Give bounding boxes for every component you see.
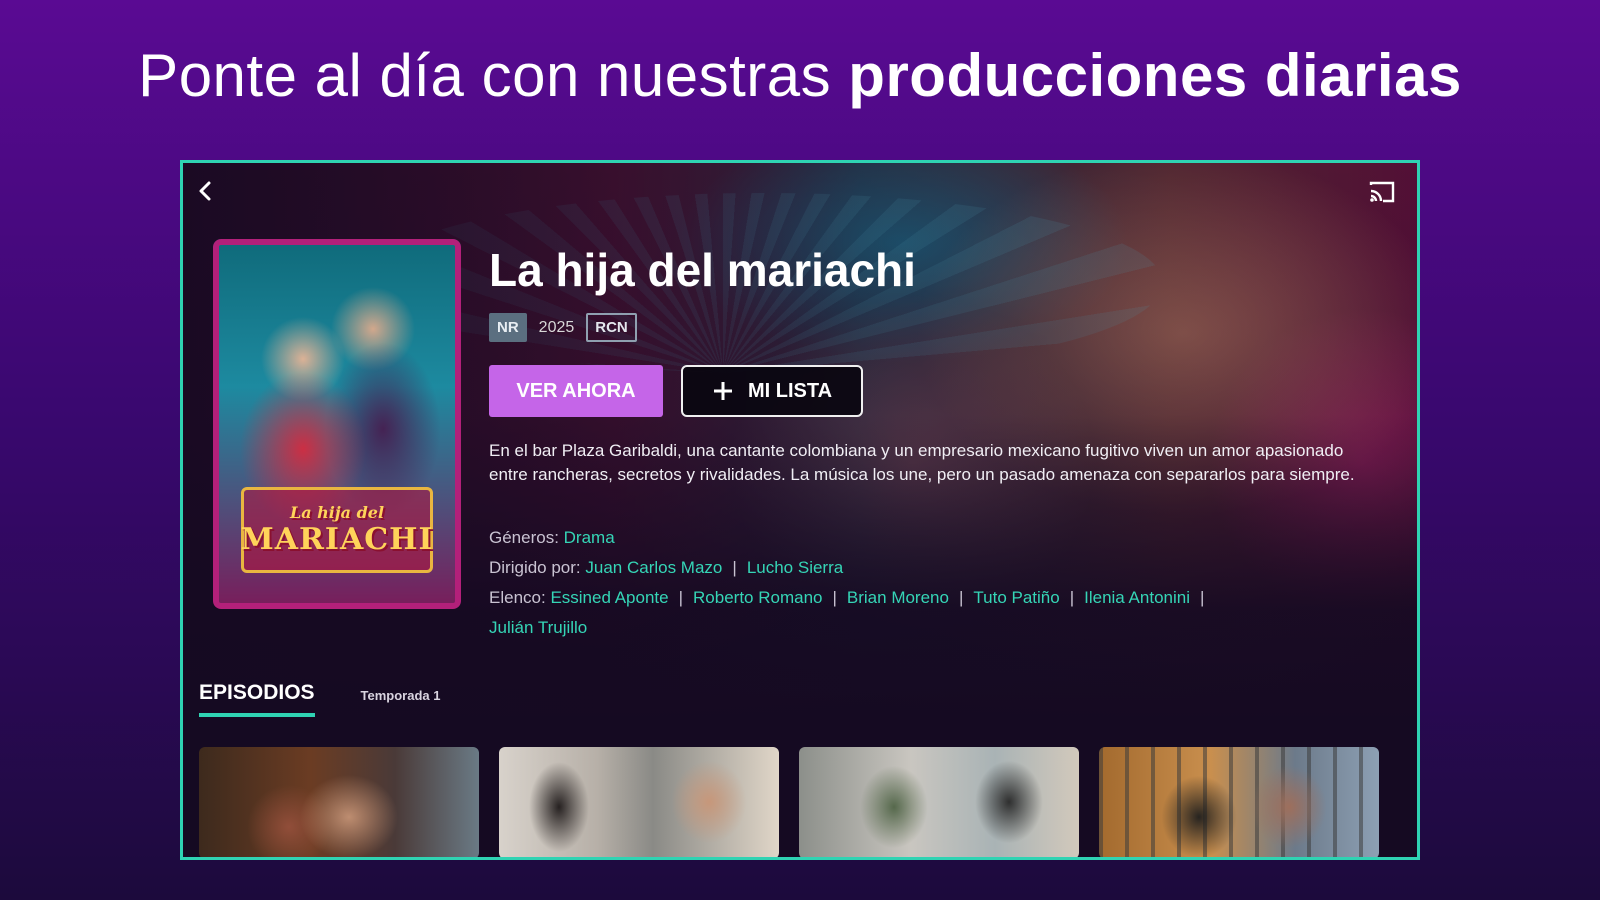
headline-bold: producciones diarias	[848, 42, 1462, 109]
directors-label: Dirigido por:	[489, 558, 586, 577]
add-to-list-label: MI LISTA	[747, 379, 833, 402]
synopsis: En el bar Plaza Garibaldi, una cantante …	[489, 441, 1355, 484]
episode-thumbnail[interactable]	[199, 747, 479, 857]
genres-row: Géneros: Drama	[489, 523, 1379, 553]
separator: |	[1200, 588, 1205, 607]
rating-badge: NR	[489, 313, 527, 342]
episode-list	[199, 747, 1379, 857]
watch-now-button[interactable]: VER AHORA	[489, 365, 663, 417]
episode-thumbnail[interactable]	[499, 747, 779, 857]
episode-thumbnail[interactable]	[799, 747, 1079, 857]
cast-label: Elenco:	[489, 588, 551, 607]
poster-logo-line1: La hija del	[289, 503, 385, 522]
show-title: La hija del mariachi	[489, 244, 916, 296]
release-year: 2025	[538, 318, 575, 336]
director-link[interactable]: Lucho Sierra	[747, 558, 843, 577]
promo-headline: Ponte al día con nuestras producciones d…	[0, 40, 1600, 112]
app-screenshot-frame: La hija del MARIACHI La hija del mariach…	[180, 160, 1420, 860]
cast-link[interactable]: Tuto Patiño	[973, 588, 1059, 607]
action-buttons: VER AHORA MI LISTA	[489, 365, 863, 417]
cast-link[interactable]: Brian Moreno	[847, 588, 949, 607]
chevron-left-icon	[199, 181, 211, 201]
cast-link[interactable]: Julián Trujillo	[489, 618, 587, 637]
episodes-tabs: EPISODIOS Temporada 1	[199, 681, 440, 717]
cast-link[interactable]: Ilenia Antonini	[1084, 588, 1190, 607]
show-meta: NR 2025 RCN	[489, 313, 637, 342]
channel-badge: RCN	[586, 313, 637, 342]
cast-link[interactable]: Essined Aponte	[550, 588, 668, 607]
add-to-list-button[interactable]: MI LISTA	[681, 365, 863, 417]
genres-label: Géneros:	[489, 528, 564, 547]
cast-icon	[1369, 181, 1395, 203]
separator: |	[1069, 588, 1075, 607]
separator: |	[958, 588, 964, 607]
season-selector[interactable]: Temporada 1	[361, 688, 441, 717]
director-link[interactable]: Juan Carlos Mazo	[585, 558, 722, 577]
tab-episodes[interactable]: EPISODIOS	[199, 681, 315, 717]
separator: |	[678, 588, 684, 607]
poster-logo: La hija del MARIACHI	[241, 487, 433, 573]
directors-row: Dirigido por: Juan Carlos Mazo | Lucho Sie…	[489, 553, 1379, 583]
credits: Géneros: Drama Dirigido por: Juan Carlos…	[489, 523, 1379, 643]
plus-icon	[713, 382, 732, 400]
separator: |	[832, 588, 837, 607]
cast-row-continued: Julián Trujillo	[489, 613, 1379, 643]
headline-regular: Ponte al día con nuestras	[138, 42, 849, 109]
separator: |	[732, 558, 737, 577]
back-button[interactable]	[191, 177, 219, 205]
genre-link[interactable]: Drama	[564, 528, 615, 547]
poster-logo-line2: MARIACHI	[240, 522, 434, 557]
cast-link[interactable]: Roberto Romano	[693, 588, 822, 607]
show-poster: La hija del MARIACHI	[213, 239, 461, 609]
cast-button[interactable]	[1367, 179, 1397, 205]
episode-thumbnail[interactable]	[1099, 747, 1379, 857]
cast-row: Elenco: Essined Aponte | Roberto Romano | Br…	[489, 583, 1379, 613]
